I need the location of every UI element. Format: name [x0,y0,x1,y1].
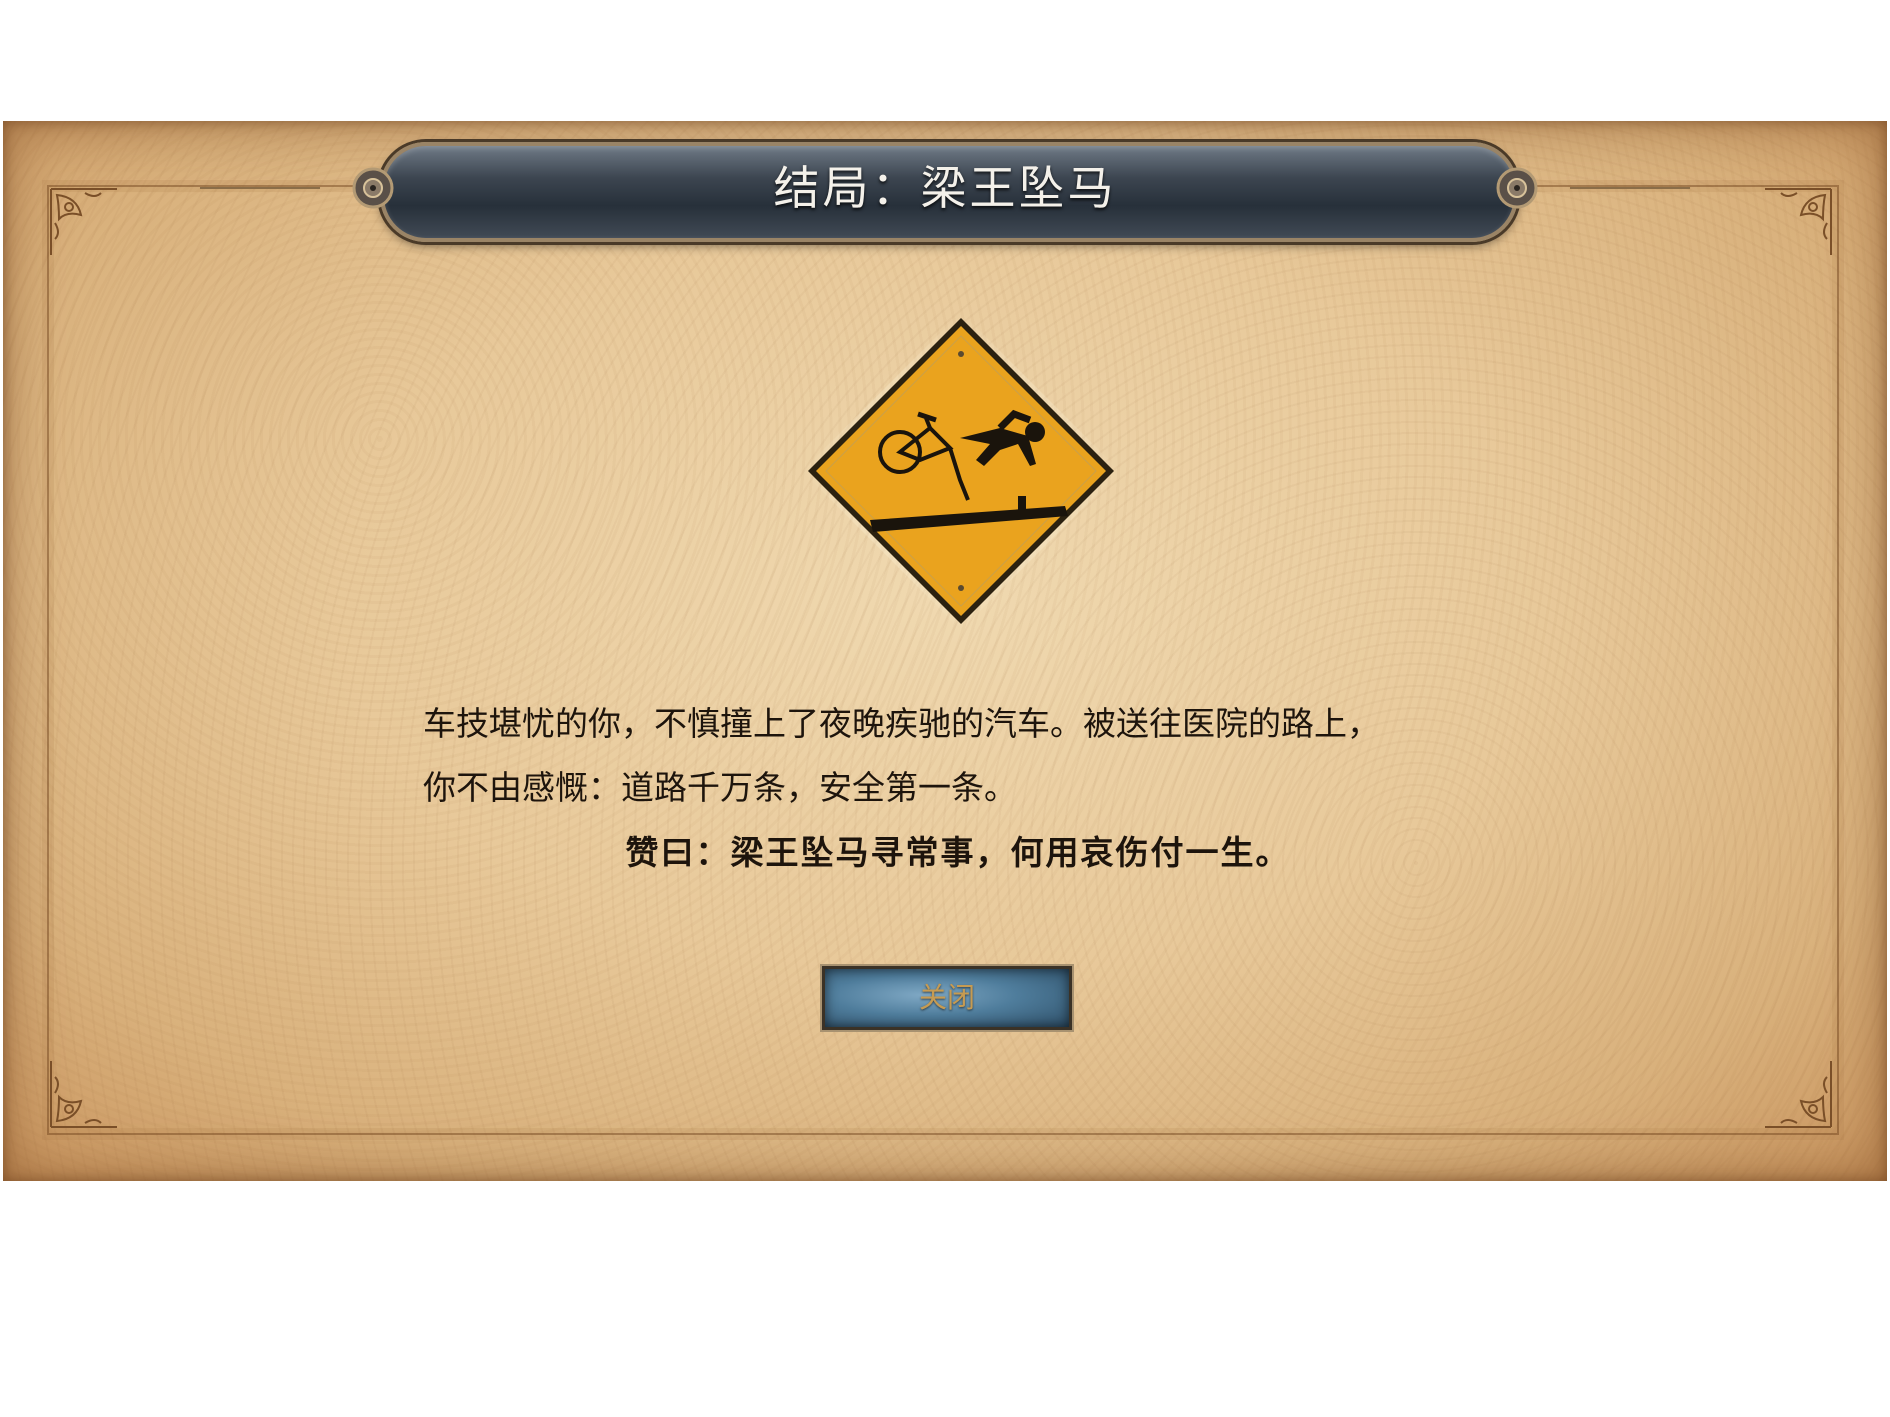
banner-rule-right [1570,187,1690,189]
story-line: 你不由感慨：道路千万条，安全第一条。 [423,768,1017,807]
corner-ornament-icon [47,1051,127,1131]
close-button[interactable]: 关闭 [822,966,1072,1030]
ending-title: 结局：梁王坠马 [773,161,1117,215]
corner-ornament-icon [47,185,127,265]
ending-screen: 结局：梁王坠马 车技堪忧的你，不慎撞上了夜晚疾驰的汽车。被送往医院的路上， 你不… [0,0,1890,1417]
corner-ornament-icon [1755,1051,1835,1131]
verse-text: 赞曰：梁王坠马寻常事，何用哀伤付一生。 [625,833,1291,872]
story-text: 车技堪忧的你，不慎撞上了夜晚疾驰的汽车。被送往医院的路上， 你不由感慨：道路千万… [423,692,1503,820]
story-line: 车技堪忧的你，不慎撞上了夜晚疾驰的汽车。被送往医院的路上， [423,704,1380,743]
close-button-label: 关闭 [918,981,975,1014]
banner-rule-left [200,187,320,189]
bicycle-crash-warning-icon [800,310,1122,632]
corner-ornament-icon [1755,185,1835,265]
